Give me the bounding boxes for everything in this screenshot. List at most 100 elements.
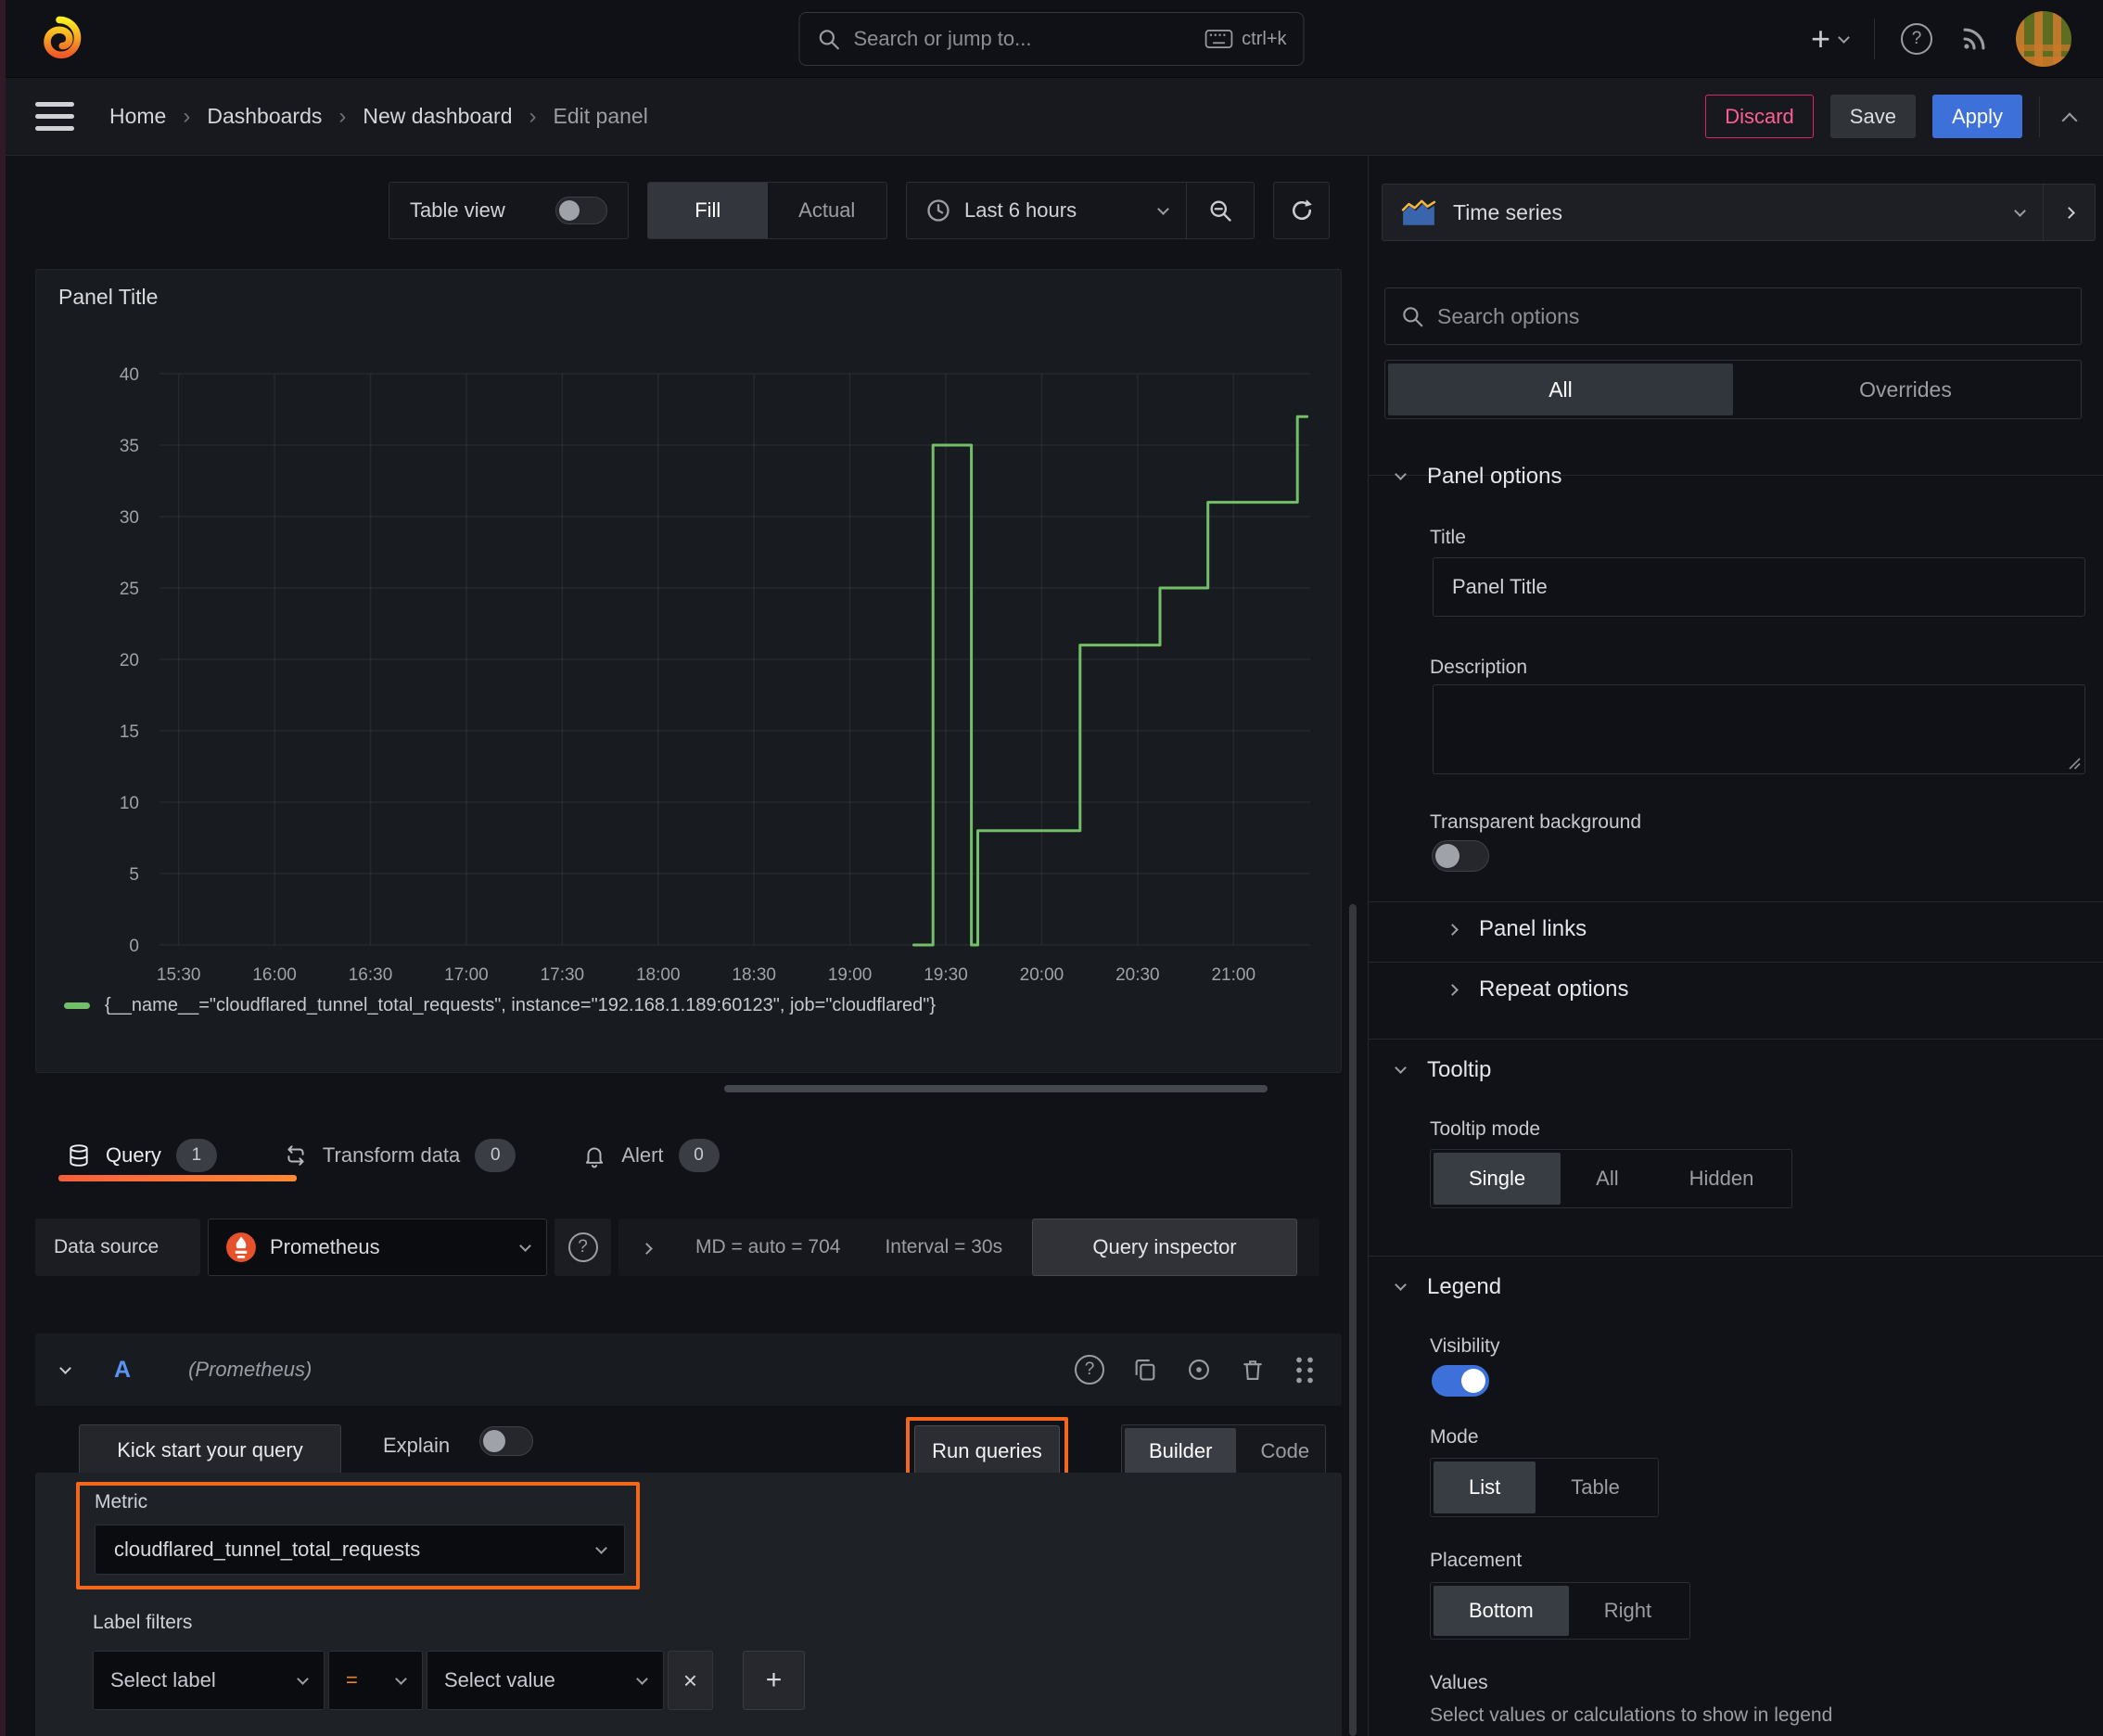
breadcrumb-dashboards[interactable]: Dashboards [207,104,322,129]
query-options-bar[interactable]: MD = auto = 704 Interval = 30s Query ins… [618,1219,1319,1276]
delete-query-button[interactable] [1240,1357,1266,1383]
legend-series-label[interactable]: {__name__="cloudflared_tunnel_total_requ… [105,995,936,1016]
breadcrumb-separator: › [338,103,347,129]
vertical-scrollbar[interactable] [1349,904,1357,1736]
visualization-picker[interactable]: Time series [1382,184,2044,241]
label-filters-label: Label filters [93,1612,193,1633]
save-button[interactable]: Save [1829,95,1916,138]
add-filter-button[interactable]: + [743,1651,805,1710]
operator-dropdown[interactable]: = [328,1651,423,1710]
metric-select[interactable]: cloudflared_tunnel_total_requests [95,1525,625,1575]
table-view-control: Table view [389,182,629,239]
section-tooltip[interactable]: Tooltip [1395,1057,1491,1083]
add-new-button[interactable]: + [1811,22,1850,56]
search-icon [817,27,841,51]
collapse-query-icon[interactable] [59,1362,71,1374]
tab-transform-data[interactable]: Transform data 0 [284,1139,516,1172]
chevron-down-icon [1395,468,1407,480]
legend-series-swatch[interactable] [64,1002,90,1009]
section-legend[interactable]: Legend [1395,1274,1502,1300]
zoom-out-button[interactable] [1187,183,1254,238]
menu-toggle-button[interactable] [35,102,76,131]
breadcrumb-home[interactable]: Home [109,104,166,129]
run-queries-button[interactable]: Run queries [914,1425,1060,1477]
tab-all[interactable]: All [1388,364,1733,415]
svg-text:19:30: 19:30 [924,965,968,985]
duplicate-query-button[interactable] [1132,1357,1158,1383]
explain-label: Explain [383,1434,451,1457]
remove-filter-button[interactable]: × [668,1651,713,1710]
section-panel-options[interactable]: Panel options [1395,464,1561,490]
select-value-dropdown[interactable]: Select value [427,1651,664,1710]
svg-text:20:00: 20:00 [1020,965,1064,985]
news-rss-button[interactable] [1958,23,1990,55]
tooltip-mode-all[interactable]: All [1561,1153,1653,1205]
global-search-input[interactable] [853,27,1192,51]
max-data-points: MD = auto = 704 [695,1236,841,1257]
code-option[interactable]: Code [1236,1428,1333,1474]
legend-placement-bottom[interactable]: Bottom [1434,1586,1569,1636]
kick-start-query-button[interactable]: Kick start your query [79,1424,341,1476]
refresh-button[interactable] [1273,182,1330,239]
fill-option[interactable]: Fill [648,183,768,238]
options-search-input[interactable] [1437,303,2066,329]
legend-placement-right[interactable]: Right [1569,1586,1687,1636]
resize-handle-icon[interactable] [2067,756,2082,771]
legend-mode-table[interactable]: Table [1536,1462,1655,1513]
select-label-dropdown[interactable]: Select label [93,1651,325,1710]
svg-text:35: 35 [120,437,139,456]
breadcrumb-separator: › [183,103,191,129]
horizontal-resize-handle[interactable] [724,1085,1268,1092]
svg-text:30: 30 [120,508,139,528]
transparent-background-toggle[interactable] [1432,840,1489,872]
panel-title-input[interactable] [1433,557,2085,617]
explain-toggle[interactable] [479,1426,533,1456]
tab-query[interactable]: Query 1 [67,1139,217,1172]
drag-handle-icon[interactable] [1294,1355,1316,1385]
user-avatar[interactable] [2016,11,2071,67]
section-repeat-options[interactable]: Repeat options [1447,976,1628,1002]
time-series-chart[interactable]: 0 5 10 15 20 25 30 35 40 15:30 16:00 16:30 17:00 17:3… [57,351,1319,1001]
legend-visibility-toggle[interactable] [1432,1365,1489,1397]
chevron-down-icon [1838,31,1850,44]
collapse-header-icon[interactable] [2061,112,2078,128]
datasource-label: Data source [35,1219,200,1276]
tab-overrides[interactable]: Overrides [1733,364,2078,415]
datasource-row: Data source Prometheus ? MD = auto = 704… [35,1219,1342,1276]
table-view-toggle[interactable] [555,197,607,224]
metric-annotation: Metric cloudflared_tunnel_total_requests [76,1482,640,1589]
panel-title[interactable]: Panel Title [58,285,158,310]
tooltip-mode-hidden[interactable]: Hidden [1654,1153,1790,1205]
query-inspector-button[interactable]: Query inspector [1032,1219,1297,1276]
help-button[interactable]: ? [1901,23,1932,55]
collapse-options-pane-button[interactable] [2044,184,2096,241]
tab-query-count: 1 [175,1139,217,1172]
breadcrumb-new-dashboard[interactable]: New dashboard [363,104,512,129]
global-search[interactable]: ctrl+k [798,12,1305,66]
svg-text:20:30: 20:30 [1115,965,1160,985]
svg-text:20: 20 [120,651,139,670]
svg-text:15:30: 15:30 [157,965,201,985]
tooltip-mode-single[interactable]: Single [1434,1153,1561,1205]
actual-option[interactable]: Actual [768,183,887,238]
datasource-help-button[interactable]: ? [554,1219,611,1276]
builder-option[interactable]: Builder [1125,1428,1237,1474]
section-panel-links[interactable]: Panel links [1447,916,1587,942]
section-legend-label: Legend [1427,1274,1502,1299]
tab-alert[interactable]: Alert 0 [582,1139,720,1172]
query-help-button[interactable]: ? [1075,1355,1104,1385]
window-edge-strip [0,0,6,1736]
actions-divider [2039,96,2040,137]
disable-query-button[interactable] [1186,1357,1212,1383]
legend-values-help: Select values or calculations to show in… [1430,1704,1833,1726]
legend-mode-list[interactable]: List [1434,1462,1536,1513]
tab-transform-label: Transform data [322,1143,461,1167]
panel-description-textarea[interactable] [1433,684,2085,774]
svg-text:18:00: 18:00 [636,965,681,985]
discard-button[interactable]: Discard [1705,95,1814,138]
apply-button[interactable]: Apply [1931,95,2022,138]
options-search[interactable] [1384,287,2082,345]
time-range-button[interactable]: Last 6 hours [907,198,1186,223]
datasource-picker[interactable]: Prometheus [208,1219,547,1276]
grafana-logo-icon[interactable] [35,15,83,63]
